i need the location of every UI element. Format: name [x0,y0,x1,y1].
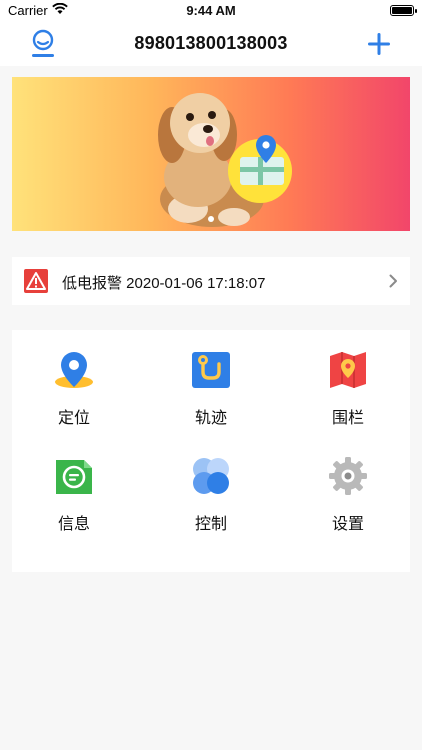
feature-control[interactable]: 控制 [151,436,271,533]
device-id-title: 898013800138003 [134,33,288,53]
feature-grid: 定位 轨迹 围栏 信息 控制 设置 [12,330,410,572]
dog-illustration [158,93,292,227]
warning-icon [24,269,48,293]
fence-map-icon [330,352,366,388]
feature-message[interactable]: 信息 [14,436,134,533]
feature-settings[interactable]: 设置 [288,436,408,533]
plus-icon[interactable] [364,29,394,59]
feature-fence[interactable]: 围栏 [288,330,408,427]
feature-locate[interactable]: 定位 [14,330,134,427]
feature-label: 围栏 [331,410,364,427]
location-pin-icon [55,352,93,388]
low-battery-alert[interactable]: 低电报警 2020-01-06 17:18:07 [12,257,410,305]
feature-label: 信息 [57,516,90,533]
feature-label: 定位 [57,410,90,427]
promo-banner[interactable] [12,77,410,231]
feature-track[interactable]: 轨迹 [151,330,271,427]
feature-label: 轨迹 [194,410,227,427]
track-icon [192,352,230,388]
clock: 9:44 AM [186,3,236,18]
message-icon [56,460,92,494]
control-icon [193,458,229,494]
nav-bar: 898013800138003 [0,22,422,66]
gear-icon [329,457,367,495]
status-bar: Carrier 9:44 AM [0,0,422,22]
alert-text: 低电报警 2020-01-06 17:18:07 [62,275,266,292]
pager-dots [12,209,410,227]
battery-icon [390,5,417,16]
feature-label: 控制 [194,516,227,533]
chevron-right-icon [389,274,397,288]
feature-label: 设置 [331,516,364,533]
